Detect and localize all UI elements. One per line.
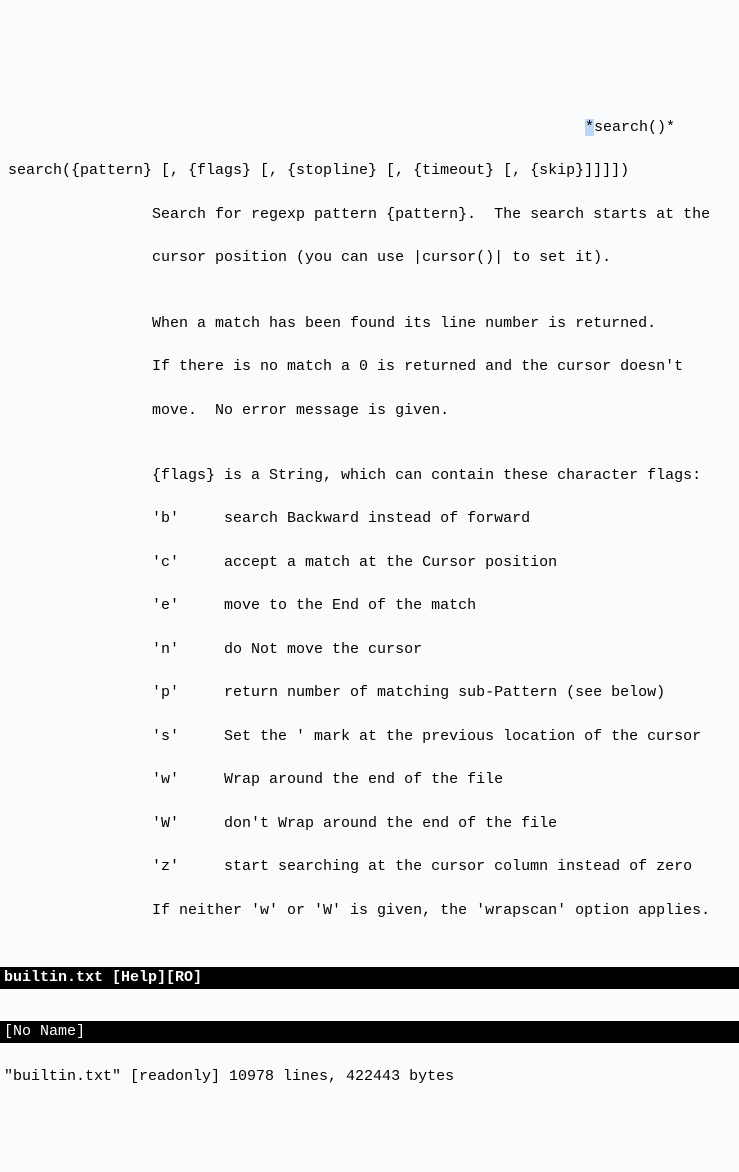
help-body-5: move. No error message is given. [8,400,731,422]
help-body-15: 'W' don't Wrap around the end of the fil… [8,813,731,835]
help-body-11: 'n' do Not move the cursor [8,639,731,661]
help-body-7: {flags} is a String, which can contain t… [8,465,731,487]
help-body-17: If neither 'w' or 'W' is given, the 'wra… [8,900,731,922]
help-tag-line: *search()* [8,117,731,139]
command-line[interactable]: "builtin.txt" [readonly] 10978 lines, 42… [0,1064,739,1090]
tag-star-right: * [666,119,675,136]
help-body-8: 'b' search Backward instead of forward [8,508,731,530]
help-body-3: When a match has been found its line num… [8,313,731,335]
help-body-10: 'e' move to the End of the match [8,595,731,617]
help-body-9: 'c' accept a match at the Cursor positio… [8,552,731,574]
buffer-status-line: [No Name] [0,1021,739,1043]
help-body-4: If there is no match a 0 is returned and… [8,356,731,378]
help-tag: search() [594,119,666,136]
help-body-16: 'z' start searching at the cursor column… [8,856,731,878]
function-signature: search({pattern} [, {flags} [, {stopline… [8,160,731,182]
help-body-1: cursor position (you can use |cursor()| … [8,247,731,269]
tag-star-left: * [585,119,594,136]
help-status-line: builtin.txt [Help][RO] [0,967,739,989]
help-body-12: 'p' return number of matching sub-Patter… [8,682,731,704]
help-body-0: Search for regexp pattern {pattern}. The… [8,204,731,226]
help-body-13: 's' Set the ' mark at the previous locat… [8,726,731,748]
help-body-14: 'w' Wrap around the end of the file [8,769,731,791]
help-window[interactable]: *search()* search({pattern} [, {flags} [… [0,87,739,943]
